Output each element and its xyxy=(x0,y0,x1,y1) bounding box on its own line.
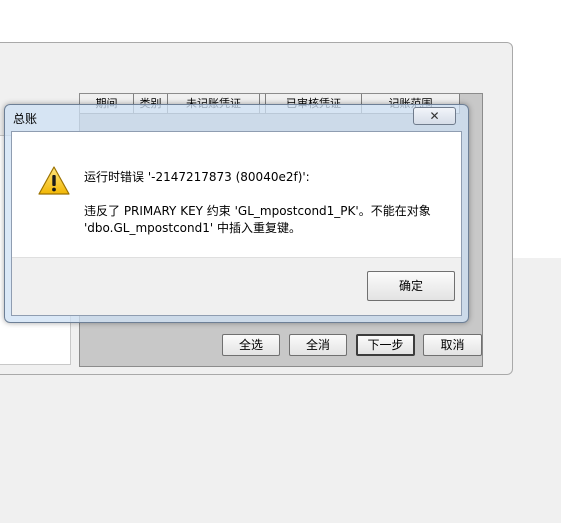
next-step-button[interactable]: 下一步 xyxy=(356,334,415,356)
error-message-line3: 'dbo.GL_mpostcond1' 中插入重复键。 xyxy=(84,221,301,235)
warning-icon xyxy=(38,166,70,195)
cancel-button[interactable]: 取消 xyxy=(423,334,482,356)
dialog-body: 运行时错误 '-2147217873 (80040e2f)': 违反了 PRIM… xyxy=(11,131,462,316)
ok-button[interactable]: 确定 xyxy=(367,271,455,301)
close-button[interactable]: ✕ xyxy=(413,107,456,125)
select-all-button[interactable]: 全选 xyxy=(222,334,280,356)
dialog-title: 总账 xyxy=(13,112,38,126)
error-message-line2: 违反了 PRIMARY KEY 约束 'GL_mpostcond1_PK'。不能… xyxy=(84,204,431,218)
clear-all-button[interactable]: 全消 xyxy=(289,334,347,356)
error-message-line1: 运行时错误 '-2147217873 (80040e2f)': xyxy=(84,170,310,184)
close-icon: ✕ xyxy=(429,109,440,123)
error-dialog: 总账 ✕ 运行时错误 '-2147217873 (80040e2f)': 违反了… xyxy=(4,104,469,323)
dialog-footer: 确定 xyxy=(12,257,461,315)
